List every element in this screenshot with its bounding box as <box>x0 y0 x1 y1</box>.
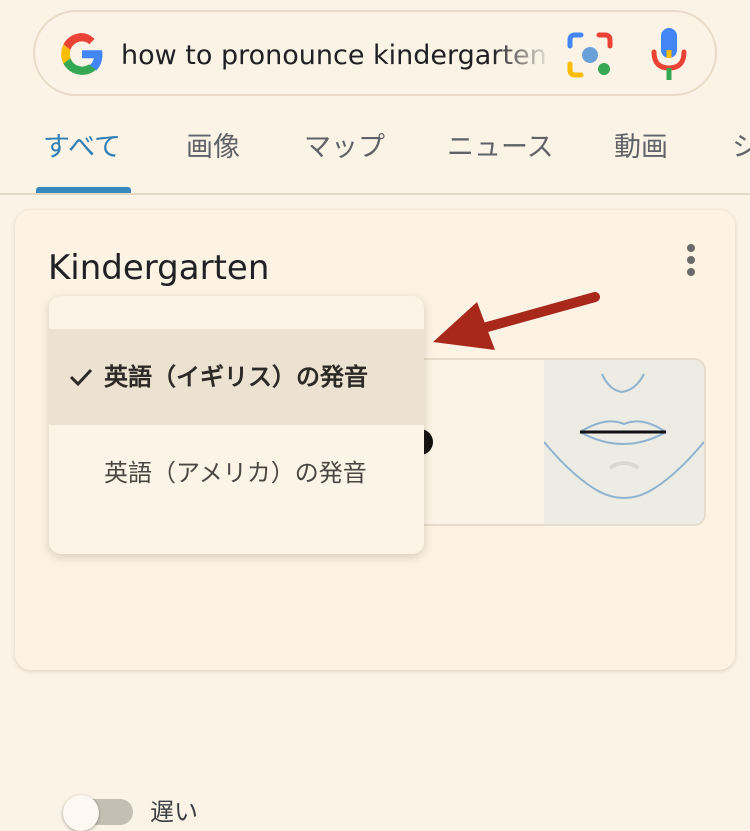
tab-maps[interactable]: マップ <box>304 128 385 168</box>
tab-images[interactable]: 画像 <box>186 128 240 168</box>
tab-all[interactable]: すべて <box>43 128 121 168</box>
search-bar[interactable]: how to pronounce kindergarten <box>33 10 717 96</box>
check-icon <box>69 368 93 387</box>
annotation-arrow-icon <box>433 292 600 350</box>
google-g-icon <box>61 33 103 75</box>
search-input[interactable]: how to pronounce kindergarten <box>121 36 553 76</box>
search-tabs: すべて 画像 マップ ニュース 動画 シ <box>0 110 750 194</box>
slow-speed-label: 遅い <box>150 798 198 826</box>
mouth-illustration <box>544 360 704 524</box>
menu-item-british[interactable]: 英語（イギリス）の発音 <box>49 329 424 425</box>
menu-item-american[interactable]: 英語（アメリカ）の発音 <box>49 425 424 521</box>
menu-item-label: 英語（アメリカ）の発音 <box>104 459 367 487</box>
card-title: Kindergarten <box>48 248 270 288</box>
accent-dropdown-menu: 英語（イギリス）の発音 英語（アメリカ）の発音 <box>49 296 424 554</box>
slow-speed-toggle[interactable] <box>63 795 135 831</box>
tab-news[interactable]: ニュース <box>447 128 554 168</box>
tab-more[interactable]: シ <box>732 128 750 168</box>
menu-item-label: 英語（イギリス）の発音 <box>104 363 368 391</box>
mic-icon[interactable] <box>649 26 689 84</box>
more-vert-icon[interactable] <box>679 240 703 280</box>
pronunciation-preview[interactable] <box>405 358 706 526</box>
toggle-knob <box>63 795 99 831</box>
tab-videos[interactable]: 動画 <box>614 128 668 168</box>
tabs-divider <box>0 193 750 195</box>
lens-icon[interactable] <box>565 30 615 80</box>
mouth-shape-icon <box>544 373 704 499</box>
